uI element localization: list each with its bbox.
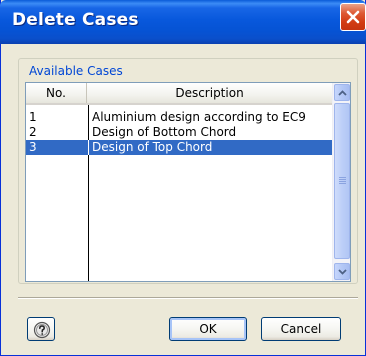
row-description: Design of Bottom Chord — [92, 125, 237, 139]
table-row[interactable]: 1 Aluminium design according to EC9 — [26, 110, 332, 125]
row-description: Aluminium design according to EC9 — [92, 110, 306, 124]
help-icon — [33, 321, 51, 339]
selected-row-divider — [88, 140, 89, 155]
scroll-down-button[interactable] — [334, 263, 350, 280]
row-number: 1 — [29, 110, 37, 124]
close-button[interactable] — [340, 3, 366, 31]
table-row[interactable]: 2 Design of Bottom Chord — [26, 125, 332, 140]
ok-button[interactable]: OK — [169, 317, 247, 341]
table-row-selected[interactable]: 3 Design of Top Chord — [26, 140, 332, 155]
list-rows: 1 Aluminium design according to EC9 2 De… — [26, 110, 332, 155]
window-title: Delete Cases — [12, 10, 139, 30]
list-header: No. Description — [26, 83, 332, 105]
row-number: 2 — [29, 125, 37, 139]
chevron-down-icon — [338, 269, 347, 275]
thumb-grip-line — [339, 181, 346, 182]
row-number: 3 — [29, 140, 37, 154]
thumb-grip-line — [339, 183, 346, 184]
column-header-description[interactable]: Description — [87, 83, 332, 103]
title-bar[interactable]: Delete Cases — [0, 0, 366, 44]
delete-cases-dialog: Delete Cases Available Cases No. Descrip… — [0, 0, 366, 356]
vertical-scrollbar[interactable] — [332, 83, 350, 281]
thumb-grip-line — [339, 177, 346, 178]
help-button[interactable] — [27, 317, 55, 341]
cancel-button[interactable]: Cancel — [261, 317, 341, 341]
separator-highlight — [18, 298, 358, 299]
column-header-no[interactable]: No. — [26, 83, 87, 103]
chevron-up-icon — [338, 90, 347, 96]
thumb-grip-line — [339, 179, 346, 180]
close-icon — [346, 10, 360, 24]
scroll-up-button[interactable] — [334, 84, 350, 101]
cases-list[interactable]: No. Description 1 Aluminium design accor… — [25, 82, 351, 282]
scrollbar-thumb[interactable] — [334, 103, 350, 259]
group-label: Available Cases — [27, 64, 125, 78]
row-description: Design of Top Chord — [92, 140, 213, 154]
